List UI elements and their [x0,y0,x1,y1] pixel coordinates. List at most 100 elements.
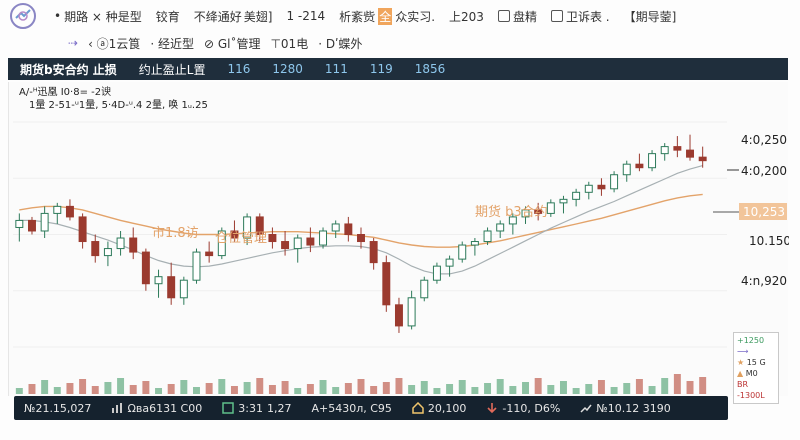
status-seg-5[interactable]: 20,100 [402,402,477,415]
candle-body [470,241,479,246]
star-icon: ★ [737,358,745,367]
candle-body [141,251,150,285]
volume-bar [129,385,137,394]
menu-item-6[interactable]: 析紊赀全众实习. [339,7,435,25]
nav-item-outside[interactable]: · Dʹ蝶外 [318,35,362,52]
triangle-icon: ▲ [737,369,744,378]
nav-item-cloud[interactable]: ‹ ⓐ1云筤 [88,35,140,52]
menu-item-futures[interactable]: • 期路 × 种是型 [54,8,142,25]
candle-body [572,191,581,200]
volume-bar [572,388,580,394]
nav-item-manage[interactable]: ⊘ Gl˚管理 [204,35,261,52]
candle-body [344,223,353,235]
bullet-icon: • [54,9,62,23]
title-value-4: 119 [369,62,393,76]
status-seg-1[interactable]: №21.15,027 [14,402,101,415]
volume-bar [509,386,517,394]
volume-bar [522,382,529,394]
square-icon [497,10,510,22]
volume-bar [281,381,289,394]
axis-label-1: 4:0,250 [741,133,787,147]
menu-item-4[interactable]: 美翅] [244,8,273,25]
trend-icon [580,404,592,413]
candle-body [65,205,74,218]
legend-line-2: 1量 2-51-ᵘ1量, 5·4D-ᵘ.4 2量, 唤 1ᵤ.25 [29,100,208,111]
candle-body [116,237,125,250]
box-icon [222,402,234,414]
volume-bar [471,387,479,394]
volume-bar [661,378,669,394]
candle-body [698,156,707,162]
candle-body [306,237,315,246]
volume-bar [344,383,352,394]
volume-bar [180,380,188,394]
volume-bar [243,382,251,394]
price-chart[interactable]: A/-ᴴ迅凰 I0·8= -2谀 1量 2-51-ᵘ1量, 5·4D-ᵘ.4 2… [8,82,791,396]
volume-bar [28,384,36,394]
status-seg-3[interactable]: 3:31 1,27 [212,402,301,415]
candle-body [281,241,290,250]
volume-bar [610,387,618,394]
title-value-5: 1856 [414,62,446,76]
menu-item-5[interactable]: 1 -214 [286,9,325,23]
status-seg-2[interactable]: Ωвa6131 C00 [101,402,212,415]
status-seg-6[interactable]: -110, D6% [476,402,570,415]
candle-body [129,237,138,253]
menu-item-3[interactable]: 不绛通好 [194,8,242,25]
menu-item-9[interactable]: 盘精 [497,8,537,25]
volume-bar [382,382,390,394]
volume-bar [41,380,49,394]
menu-item-10[interactable]: 卫诉表 . [550,8,610,25]
nav-item-recent[interactable]: · 经近型 [150,35,194,52]
volume-bar [268,385,276,394]
candle-body [394,304,403,327]
price-label: 市1.8访 [152,225,199,241]
candle-body [546,202,555,214]
status-seg-7[interactable]: №10.12 3190 [570,402,680,415]
square-icon [550,10,563,22]
down-arrow-icon [487,403,497,414]
volume-bar [294,388,302,394]
candle-body [432,265,441,281]
side-info-panel[interactable]: +1250 ⟶ ★ 15 G ▲ M0 BR -1300L [733,332,779,404]
candlestick-svg[interactable]: 市1.8访 仓位管理 期货 b3合约 4:0,250 4:0,200 10,25… [9,82,791,396]
volume-bar [395,378,403,394]
app-logo-icon[interactable] [6,1,40,31]
volume-bar [357,379,365,394]
ma-gray-line [19,165,703,275]
candle-body [420,279,429,299]
nav-bar: ⇢ ‹ ⓐ1云筤 · 经近型 ⊘ Gl˚管理 ⊤01电 · Dʹ蝶外 [0,32,800,54]
volume-bar [408,385,416,394]
status-bar: №21.15,027 Ωвa6131 C00 3:31 1,27 A+5430л,… [14,396,728,420]
nav-item-electric[interactable]: ⊤01电 [270,35,308,52]
candle-body [648,153,657,169]
side-value-1: +1250 [737,336,765,345]
candle-body [179,279,188,299]
candle-body [673,146,682,151]
candle-body [407,297,416,327]
title-value-1: 116 [227,62,251,76]
menu-item-11[interactable]: 【期导蓥] [624,8,677,25]
forward-arrow-icon[interactable]: ⇢ [68,36,78,50]
candle-body [331,223,340,232]
menu-item-2[interactable]: 铰育 [156,8,180,25]
volume-bar [104,382,112,394]
side-value-4: BR -1300L [737,380,765,400]
volume-bar [15,388,23,394]
status-seg-4[interactable]: A+5430л, C95 [301,402,401,415]
contract-name: 期货b安合约 止损 [20,62,117,77]
volume-bar [559,381,567,394]
stop-settings-label[interactable]: 约止盈止L置 [139,61,206,78]
volume-bar [256,378,264,394]
volume-bar [458,380,466,394]
menu-item-8[interactable]: 上203 [449,8,484,25]
volume-bar [433,388,441,394]
candle-body [268,234,277,243]
candle-body [78,216,87,243]
candle-body [496,223,505,232]
volume-bar [117,378,125,394]
candle-body [293,237,302,250]
contract-title-bar: 期货b安合约 止损 约止盈止L置 116 1280 111 119 1856 [8,58,788,80]
volume-bar [66,383,74,394]
candle-body [458,244,467,260]
